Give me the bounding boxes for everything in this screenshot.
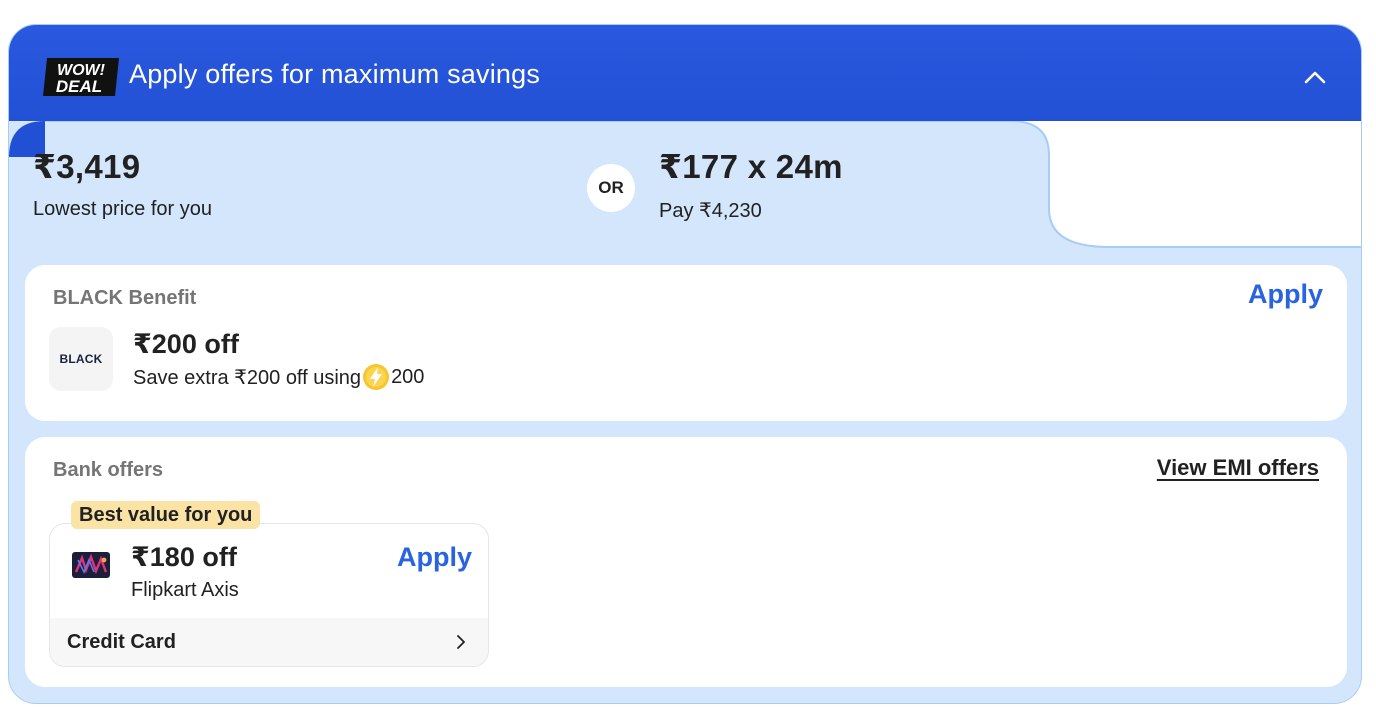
bank-offers-title: Bank offers [53,459,164,481]
collapse-button[interactable] [1297,61,1333,93]
header-title: Apply offers for maximum savings [129,59,541,89]
lowest-price: ₹3,419 [33,148,141,185]
black-benefit-amount: ₹200 off [133,329,239,359]
black-benefit-description: Save extra ₹200 off using 200 [133,363,424,391]
bank-offer-card-type: Credit Card [67,630,176,653]
wow-deal-badge: WOW! DEAL [43,58,119,96]
emi-total: Pay ₹4,230 [659,200,762,222]
emi-price: ₹177 x 24m [659,148,843,185]
chevron-up-icon [1304,71,1326,84]
bank-offer-apply-button[interactable]: Apply [397,542,472,573]
lowest-price-block: ₹3,419 Lowest price for you [33,147,212,221]
black-logo: BLACK [49,327,113,391]
lightning-coin-icon [363,364,390,390]
credit-card-icon [72,552,110,578]
svg-text:DEAL: DEAL [56,77,102,96]
black-benefit-card: BLACK Benefit Apply BLACK ₹200 off Save … [25,265,1347,421]
bank-offer-bank-name: Flipkart Axis [131,579,239,601]
bank-offer-tile[interactable]: ₹180 off Flipkart Axis Apply Credit Card [49,523,489,667]
offers-panel: WOW! DEAL Apply offers for maximum savin… [8,24,1362,704]
bank-offer-amount: ₹180 off [131,542,237,572]
black-benefit-description-text: Save extra ₹200 off using [133,366,362,389]
chevron-right-icon [457,635,465,649]
black-benefit-title: BLACK Benefit [53,287,197,309]
bank-offer-card-type-row[interactable]: Credit Card [50,618,488,666]
or-separator: OR [587,164,635,212]
best-value-badge: Best value for you [71,501,261,529]
emi-price-block: ₹177 x 24m Pay ₹4,230 [659,147,843,223]
black-benefit-apply-button[interactable]: Apply [1248,279,1323,310]
offers-header[interactable]: WOW! DEAL Apply offers for maximum savin… [9,25,1361,135]
lowest-price-label: Lowest price for you [33,198,212,220]
view-emi-offers-link[interactable]: View EMI offers [1157,455,1319,481]
black-benefit-coin-amount: 200 [391,365,425,388]
bank-offers-card: Bank offers View EMI offers Best value f… [25,437,1347,687]
